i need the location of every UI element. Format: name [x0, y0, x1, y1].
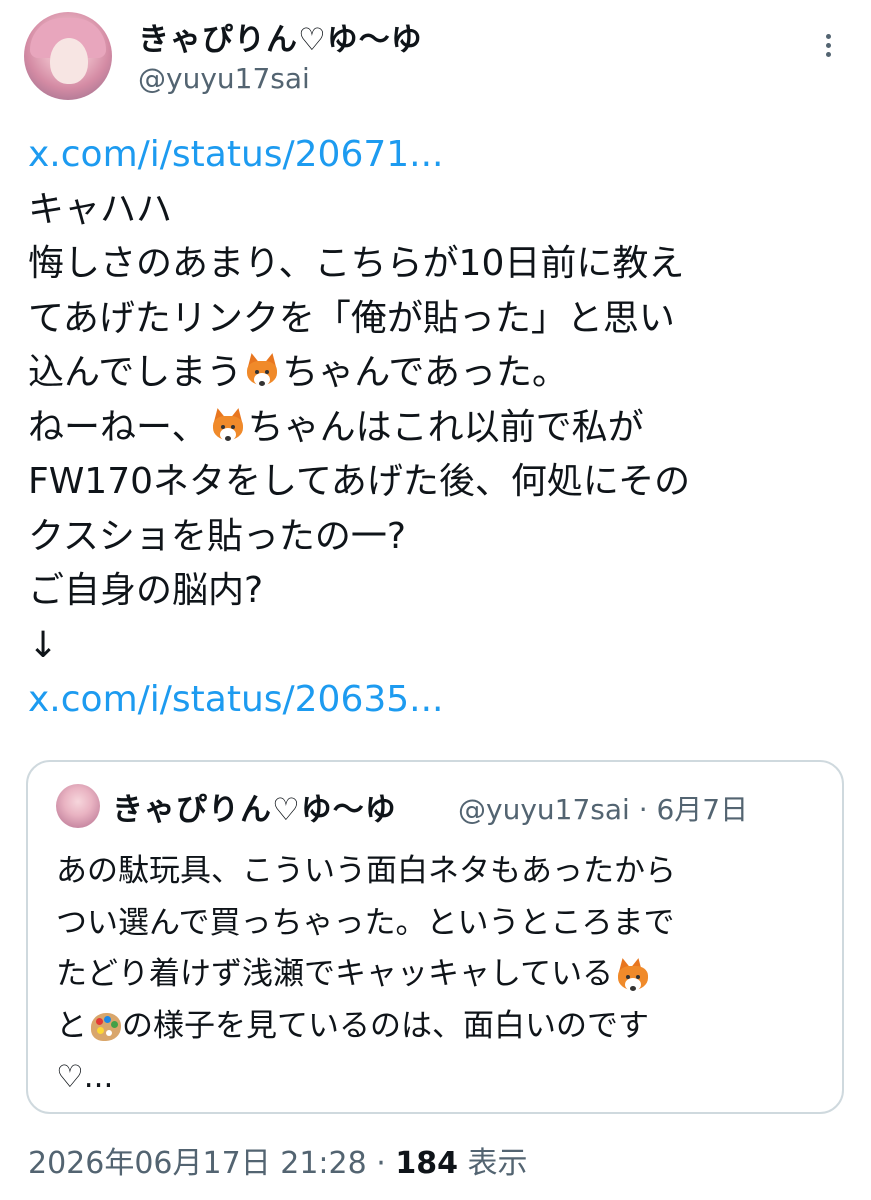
text-segment: たどり着けず浅瀬でキャッキャしている: [56, 956, 614, 992]
text-line: ご自身の脳内?: [28, 570, 264, 611]
text-line: クスショを貼ったの一?: [28, 515, 407, 557]
views-count: 184: [395, 1146, 458, 1181]
text-segment: の様子を見ているのは、面白いのです: [122, 1007, 649, 1044]
quoted-line: ♡...: [56, 1059, 114, 1095]
tweet-meta: 2026年06月17日 21:28 · 184 表示: [28, 1138, 528, 1182]
text-line: 悔しさのあまり、こちらが10日前に教え: [28, 243, 685, 284]
fox-emoji-icon: [615, 956, 649, 991]
fox-emoji-icon: [210, 406, 246, 444]
author-avatar[interactable]: [24, 12, 112, 100]
quoted-tweet-card[interactable]: きゃぴりん♡ゆ〜ゆ @yuyu17sai · 6月7日 あの駄玩具、こういう面白…: [26, 760, 844, 1114]
text-line: 込んでしまう ちゃんであった。: [28, 346, 848, 401]
artist-palette-emoji-icon: [89, 1010, 121, 1041]
more-vertical-icon[interactable]: [818, 34, 838, 64]
author-handle[interactable]: @yuyu17sai: [138, 62, 310, 95]
status-link-bottom[interactable]: x.com/i/status/20635...: [28, 679, 444, 720]
author-name[interactable]: きゃぴりん♡ゆ〜ゆ: [138, 14, 423, 59]
text-segment: ちゃんはこれ以前で私が: [247, 406, 644, 448]
text-line: ねーねー、 ちゃんはこれ以前で私が: [28, 401, 848, 456]
views-label: 表示: [467, 1146, 528, 1181]
text-segment: と: [56, 1007, 87, 1044]
quoted-handle-date: @yuyu17sai · 6月7日: [458, 793, 749, 826]
timestamp[interactable]: 2026年06月17日 21:28: [28, 1146, 367, 1181]
fox-emoji-icon: [244, 351, 280, 389]
avatar-face: [50, 38, 88, 84]
separator: ·: [376, 1146, 386, 1181]
text-segment: ねーねー、: [28, 406, 208, 448]
quoted-line: との様子を見ているのは、面白いのです: [56, 1001, 826, 1053]
status-link-top[interactable]: x.com/i/status/20671...: [28, 134, 444, 175]
text-line: キャハハ: [28, 188, 173, 230]
tweet-text: x.com/i/status/20671... キャハハ 悔しさのあまり、こちら…: [28, 128, 848, 728]
quoted-line: あの駄玩具、こういう面白ネタもあったから: [56, 853, 676, 889]
quoted-author-name: きゃぴりん♡ゆ〜ゆ: [112, 792, 397, 828]
quoted-text: あの駄玩具、こういう面白ネタもあったから つい選んで買っちゃった。というところま…: [56, 846, 826, 1104]
text-segment: 込んでしまう: [28, 352, 243, 393]
text-line: FW170ネタをしてあげた後、何処にその: [28, 461, 691, 502]
quoted-line: つい選んで買っちゃった。というところまで: [56, 904, 675, 941]
text-line: てあげたリンクを「俺が貼った」と思い: [28, 297, 675, 339]
quoted-line: たどり着けず浅瀬でキャッキャしている: [56, 949, 826, 1001]
quoted-author-avatar[interactable]: [56, 784, 100, 828]
text-line: ↓: [28, 624, 59, 666]
text-segment: ちゃんであった。: [282, 352, 569, 393]
